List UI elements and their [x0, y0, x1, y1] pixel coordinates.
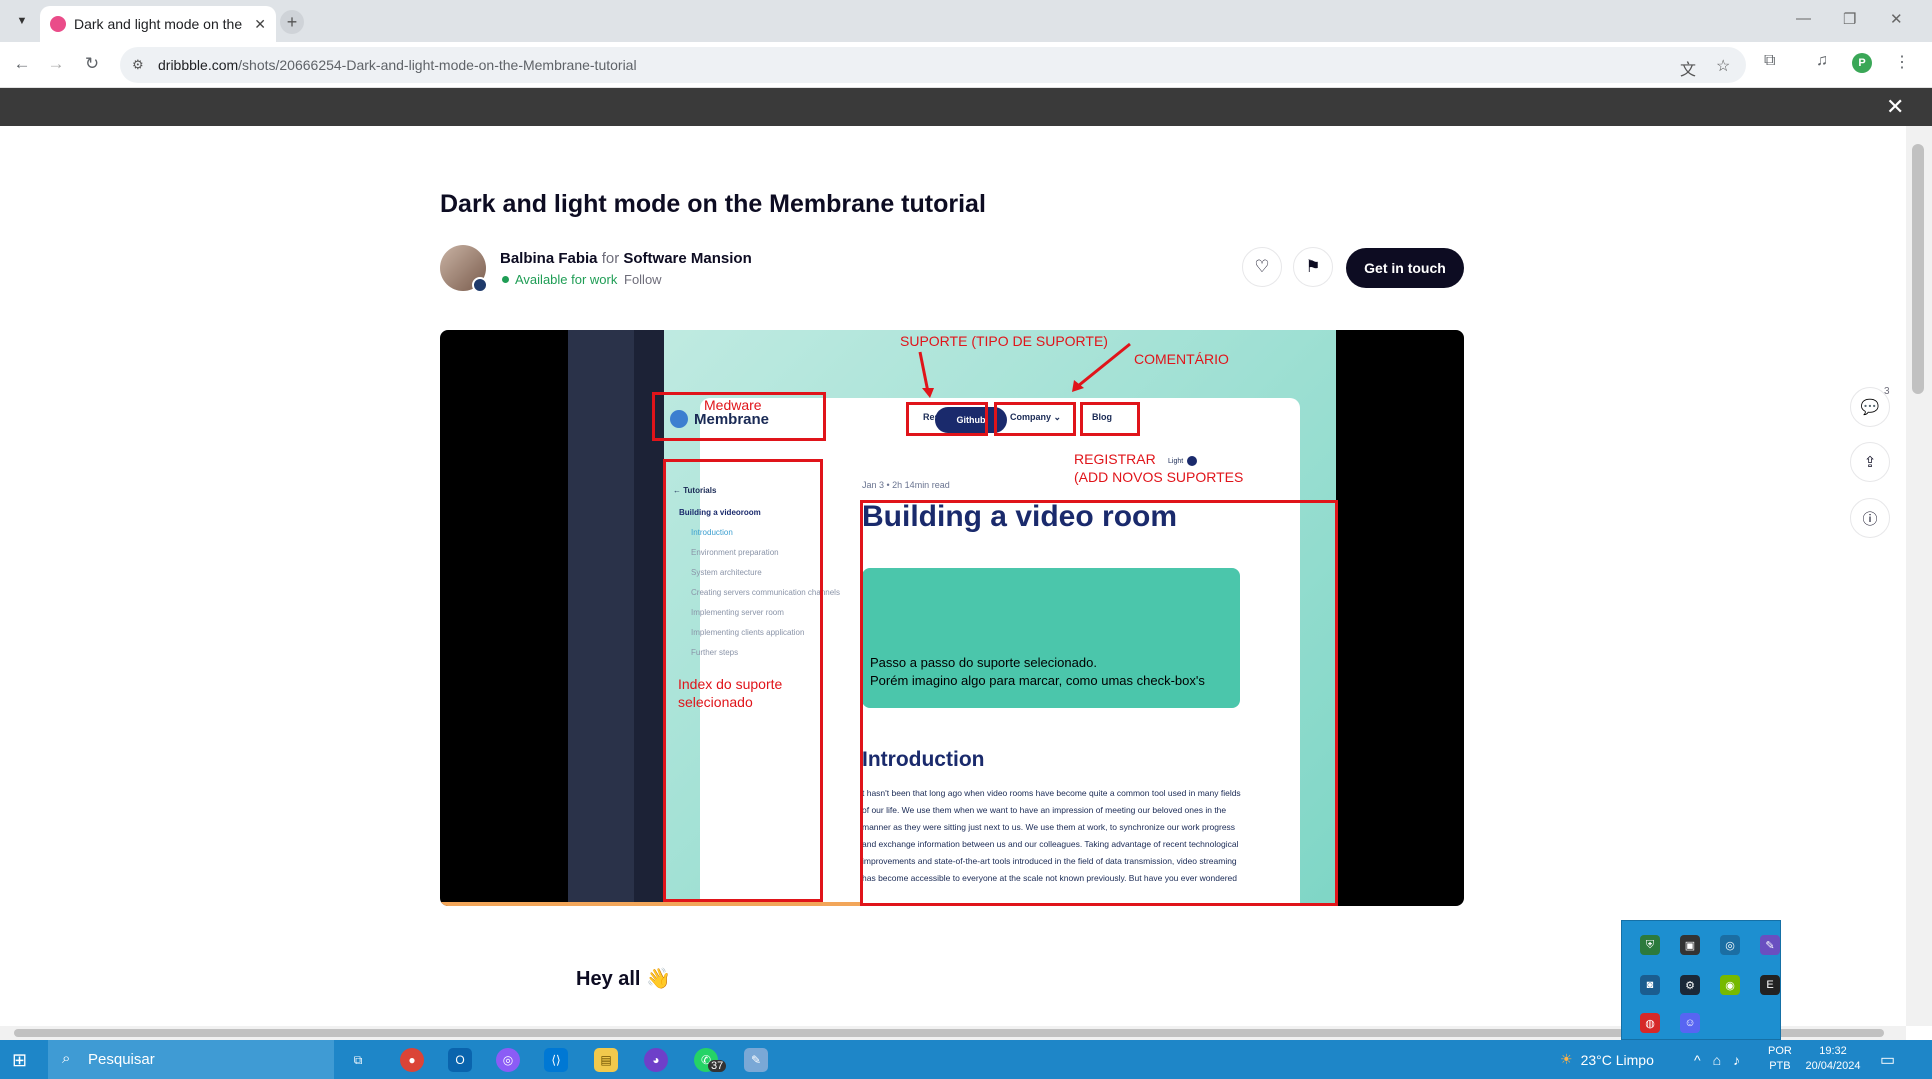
comment-count: 3: [1884, 386, 1890, 397]
overlay-backdrop: [0, 88, 1932, 126]
steam-icon[interactable]: ⚙: [1680, 975, 1700, 995]
notepad-icon[interactable]: ✎: [744, 1048, 768, 1072]
discord-icon[interactable]: ☺: [1680, 1013, 1700, 1033]
weather-widget[interactable]: ☀ 23°C Limpo: [1560, 1040, 1654, 1079]
translate-icon[interactable]: 文: [1680, 56, 1696, 80]
lang-line-2: PTB: [1769, 1060, 1791, 1072]
follow-link[interactable]: Follow: [624, 272, 662, 287]
forward-icon[interactable]: →: [44, 52, 68, 76]
team-name[interactable]: Software Mansion: [623, 250, 751, 267]
author-avatar[interactable]: [440, 245, 488, 293]
shot-title: Dark and light mode on the Membrane tuto…: [440, 190, 986, 218]
sync-icon[interactable]: ◎: [1720, 935, 1740, 955]
volume-icon[interactable]: ♪: [1733, 1052, 1740, 1068]
tab-strip: ▼ Dark and light mode on the Membrane tu…: [0, 0, 1932, 42]
task-view-icon[interactable]: ⧉: [346, 1048, 370, 1072]
availability-label: Available for work: [515, 272, 618, 287]
address-bar[interactable]: ⚙ dribbble.com/shots/20666254-Dark-and-l…: [120, 47, 1746, 83]
tab-search-icon[interactable]: ▼: [12, 11, 32, 31]
arrow-suporte: [918, 351, 930, 393]
close-tab-icon[interactable]: ✕: [254, 16, 266, 33]
terminal-icon[interactable]: ▣: [1680, 935, 1700, 955]
site-info-icon[interactable]: ⚙: [132, 57, 148, 73]
vertical-scrollbar[interactable]: [1906, 126, 1932, 1026]
clock[interactable]: 19:32 20/04/2024: [1800, 1044, 1866, 1074]
bookmark-icon: ⚑: [1305, 257, 1321, 276]
whatsapp-badge: 37: [708, 1060, 727, 1072]
input-language[interactable]: POR PTB: [1768, 1044, 1792, 1074]
pen-icon[interactable]: ✎: [1760, 935, 1780, 955]
clock-time: 19:32: [1819, 1045, 1847, 1057]
search-icon: ⌕: [62, 1050, 71, 1067]
author-name[interactable]: Balbina Fabia: [500, 250, 598, 267]
system-tray: ^ ⌂ ♪: [1694, 1040, 1740, 1079]
nvidia-icon[interactable]: ◉: [1720, 975, 1740, 995]
extensions-icon[interactable]: ⧉: [1764, 52, 1775, 70]
active-tab[interactable]: Dark and light mode on the Membrane tuto…: [40, 6, 276, 42]
close-window-icon[interactable]: ✕: [1890, 10, 1903, 28]
new-tab-button[interactable]: +: [280, 10, 304, 34]
share-button[interactable]: ⇪: [1850, 442, 1890, 482]
annotation-arrows: [918, 342, 1131, 398]
browser-toolbar: ← → ↻ ⚙ dribbble.com/shots/20666254-Dark…: [0, 42, 1932, 88]
weather-icon: ☀: [1560, 1051, 1573, 1067]
close-modal-icon[interactable]: ✕: [1886, 94, 1904, 120]
defender-icon[interactable]: ⛨: [1640, 935, 1660, 955]
reload-icon[interactable]: ↻: [80, 52, 104, 76]
share-icon: ⇪: [1863, 454, 1877, 471]
comment-icon: 💬: [1860, 399, 1880, 416]
taskbar-search[interactable]: ⌕ Pesquisar: [48, 1040, 334, 1079]
tab-title: Dark and light mode on the Membrane tuto…: [74, 16, 246, 32]
antivirus-icon[interactable]: ◍: [1640, 1013, 1660, 1033]
get-in-touch-button[interactable]: Get in touch: [1346, 248, 1464, 288]
epic-games-icon[interactable]: E: [1760, 975, 1780, 995]
details-button[interactable]: ⓘ: [1850, 498, 1890, 538]
arrow-suporte-head: [922, 388, 934, 398]
like-button[interactable]: ♡: [1242, 247, 1282, 287]
heart-icon: ♡: [1254, 257, 1270, 276]
menu-icon[interactable]: ⋮: [1894, 52, 1910, 72]
notifications-icon[interactable]: ▭: [1880, 1040, 1895, 1079]
windows-start-icon[interactable]: ⊞: [12, 1050, 27, 1071]
search-placeholder: Pesquisar: [88, 1051, 155, 1068]
dribbble-favicon-icon: [50, 16, 66, 32]
vscode-icon[interactable]: ⟨⟩: [544, 1048, 568, 1072]
tray-overflow-popup: ⛨ ▣ ◎ ✎ ◙ ⚙ ◉ E ◍ ☺: [1621, 920, 1781, 1040]
description-heading: Hey all 👋: [576, 968, 671, 990]
availability-status: Available for work: [502, 272, 617, 287]
shot-image[interactable]: Membrane Resources ⌄ Company ⌄ Blog Gith…: [440, 330, 1464, 906]
team-badge-icon: [472, 277, 488, 293]
outlook-icon[interactable]: O: [448, 1048, 472, 1072]
media-control-icon[interactable]: ♫: [1816, 52, 1828, 70]
status-dot-icon: [502, 276, 509, 283]
clock-date: 20/04/2024: [1805, 1060, 1861, 1072]
for-word: for: [601, 250, 620, 267]
bookmark-star-icon[interactable]: ☆: [1716, 56, 1730, 76]
github-desktop-icon[interactable]: ◕: [644, 1048, 668, 1072]
back-icon[interactable]: ←: [10, 52, 34, 76]
lang-line-1: POR: [1768, 1045, 1792, 1057]
network-icon[interactable]: ⌂: [1713, 1052, 1721, 1068]
author-line: Balbina Fabia for Software Mansion: [500, 250, 752, 267]
chrome-icon[interactable]: ●: [400, 1048, 424, 1072]
windows-taskbar: ⊞ ⌕ Pesquisar ⧉ ● O ◎ ⟨⟩ ▤ ◕ ✆ 37 ✎ ☀ 23…: [0, 1040, 1932, 1079]
info-icon: ⓘ: [1862, 510, 1878, 528]
arrow-comentario: [1077, 342, 1131, 388]
minimize-icon[interactable]: —: [1796, 10, 1811, 27]
url-host: dribbble.com: [158, 57, 239, 73]
profile-avatar[interactable]: P: [1852, 53, 1872, 73]
file-explorer-icon[interactable]: ▤: [594, 1048, 618, 1072]
restore-icon[interactable]: ❐: [1843, 10, 1856, 28]
url-path: /shots/20666254-Dark-and-light-mode-on-t…: [238, 57, 637, 73]
save-button[interactable]: ⚑: [1293, 247, 1333, 287]
capture-icon[interactable]: ◙: [1640, 975, 1660, 995]
show-hidden-icons-icon[interactable]: ^: [1694, 1052, 1701, 1068]
weather-text: 23°C Limpo: [1580, 1051, 1654, 1068]
messenger-icon[interactable]: ◎: [496, 1048, 520, 1072]
